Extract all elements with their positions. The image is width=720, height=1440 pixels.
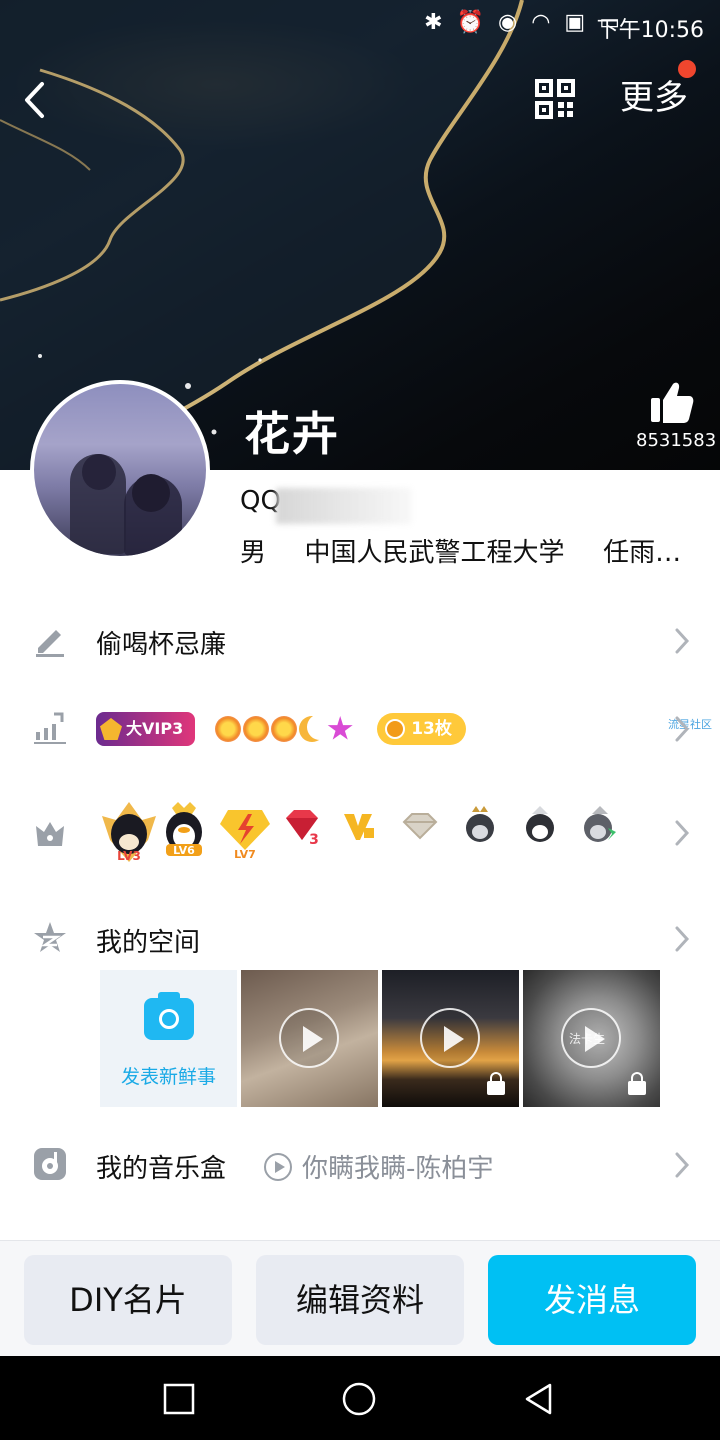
profile-page: ✱ ⏰ ◉ ◠ ▣ ▭ 下午10:56 更多 花卉 8531583 QQ 男 中… — [0, 0, 720, 1440]
like-button[interactable]: 8531583 — [636, 380, 717, 451]
post-new-label: 发表新鲜事 — [120, 1066, 216, 1088]
lock-icon — [487, 1072, 505, 1095]
moon-icon — [299, 716, 325, 742]
alert-icon: ▣ — [564, 10, 586, 35]
space-video-thumbnail[interactable] — [241, 970, 378, 1107]
chevron-right-icon — [675, 926, 690, 952]
more-button[interactable]: 更多 — [620, 78, 688, 118]
alarm-icon: ⏰ — [456, 10, 484, 35]
avatar-head-left — [82, 454, 116, 490]
gender: 男 — [240, 538, 267, 568]
honor-label: 3 — [309, 832, 319, 848]
bluetooth-icon: ✱ — [424, 10, 443, 35]
home-icon[interactable] — [342, 1382, 376, 1416]
play-icon — [279, 1008, 339, 1068]
send-message-button[interactable]: 发消息 — [488, 1255, 696, 1345]
honor-label: LV3 — [117, 849, 141, 863]
music-song[interactable]: 你瞒我瞒-陈柏宇 — [264, 1148, 493, 1185]
action-bar: DIY名片 编辑资料 发消息 — [0, 1240, 720, 1356]
chevron-left-icon[interactable] — [18, 78, 52, 122]
coin-icon — [385, 719, 406, 739]
diamond-icon — [398, 800, 444, 856]
system-nav-bar — [0, 1356, 720, 1440]
nickname: 花卉 — [244, 407, 340, 461]
level-badges: 大VIP3 13枚 — [96, 712, 466, 746]
recents-icon[interactable] — [162, 1382, 196, 1416]
coin-badge[interactable]: 13枚 — [377, 713, 466, 745]
penguin-crown-icon — [458, 800, 504, 856]
wifi-icon: ◠ — [531, 10, 551, 35]
chevron-right-icon — [675, 628, 690, 654]
status-bar: ✱ ⏰ ◉ ◠ ▣ ▭ 下午10:56 — [0, 0, 720, 50]
thumbs-up-icon — [651, 382, 694, 423]
vip-badge[interactable]: 大VIP3 — [96, 712, 196, 746]
qr-code-icon[interactable] — [534, 78, 576, 120]
music-row[interactable]: 我的音乐盒 你瞒我瞒-陈柏宇 — [0, 1136, 720, 1192]
pencil-icon — [36, 630, 64, 657]
lightning-lv7-icon: LV7 — [218, 800, 270, 861]
eye-icon: ◉ — [498, 10, 518, 35]
avatar[interactable] — [30, 380, 210, 560]
notification-dot — [678, 60, 696, 78]
avatar-head-right — [132, 474, 170, 512]
qzone-star-icon — [34, 922, 66, 952]
honor-label: LV6 — [173, 844, 195, 857]
edit-profile-button[interactable]: 编辑资料 — [256, 1255, 464, 1345]
chevron-right-icon — [675, 1152, 690, 1178]
post-new-button[interactable]: 发表新鲜事 — [100, 970, 237, 1107]
signature-row[interactable]: 偷喝杯忌廉 — [0, 612, 720, 672]
penguin-green-icon — [578, 800, 624, 856]
honor-badges: LV3 LV6 LV7 3 — [98, 800, 624, 863]
space-title: 我的空间 — [96, 928, 201, 958]
camera-icon — [144, 992, 194, 1040]
music-title: 我的音乐盒 — [96, 1154, 227, 1184]
space-tiles: 发表新鲜事 法卡生 — [100, 970, 660, 1107]
music-box-icon — [34, 1148, 66, 1180]
level-row[interactable]: 大VIP3 13枚 流星社区 — [0, 704, 720, 754]
level-chart-icon — [34, 712, 66, 744]
sun-icon — [271, 716, 298, 742]
v-medal-icon — [338, 800, 384, 856]
play-circle-icon — [264, 1152, 292, 1181]
profile-meta: 男 中国人民武警工程大学 任雨… — [240, 532, 690, 569]
chevron-right-icon — [675, 716, 690, 742]
space-video-thumbnail[interactable] — [382, 970, 519, 1107]
penguin-lv6-icon: LV6 — [158, 800, 204, 857]
extra-info: 任雨… — [603, 538, 682, 568]
like-count: 8531583 — [636, 430, 717, 451]
penguin-lv3-icon: LV3 — [98, 800, 156, 863]
star-icon — [327, 716, 353, 740]
honors-row[interactable]: LV3 LV6 LV7 3 — [0, 800, 720, 864]
music-song-title: 你瞒我瞒-陈柏宇 — [302, 1154, 494, 1184]
honor-label: LV7 — [234, 848, 256, 860]
chevron-right-icon — [675, 820, 690, 846]
space-video-thumbnail[interactable]: 法卡生 — [523, 970, 660, 1107]
tile-caption: 法卡生 — [569, 1032, 606, 1046]
sun-icon — [215, 716, 242, 742]
back-triangle-icon[interactable] — [522, 1382, 556, 1416]
signature-text: 偷喝杯忌廉 — [96, 630, 227, 660]
school: 中国人民武警工程大学 — [304, 538, 565, 568]
status-icons: ✱ ⏰ ◉ ◠ ▣ ▭ — [424, 10, 620, 36]
play-icon — [420, 1008, 480, 1068]
ruby-icon: 3 — [278, 800, 324, 856]
qq-number[interactable]: QQ — [240, 486, 281, 516]
status-time: 下午10:56 — [596, 18, 704, 43]
crown-icon — [36, 822, 64, 846]
lock-icon — [628, 1072, 646, 1095]
coin-count: 13枚 — [411, 719, 452, 739]
qq-number-blur — [276, 488, 412, 524]
sun-icon — [243, 716, 270, 742]
penguin-white-icon — [518, 800, 564, 856]
space-row[interactable]: 我的空间 — [0, 910, 720, 966]
diy-card-button[interactable]: DIY名片 — [24, 1255, 232, 1345]
